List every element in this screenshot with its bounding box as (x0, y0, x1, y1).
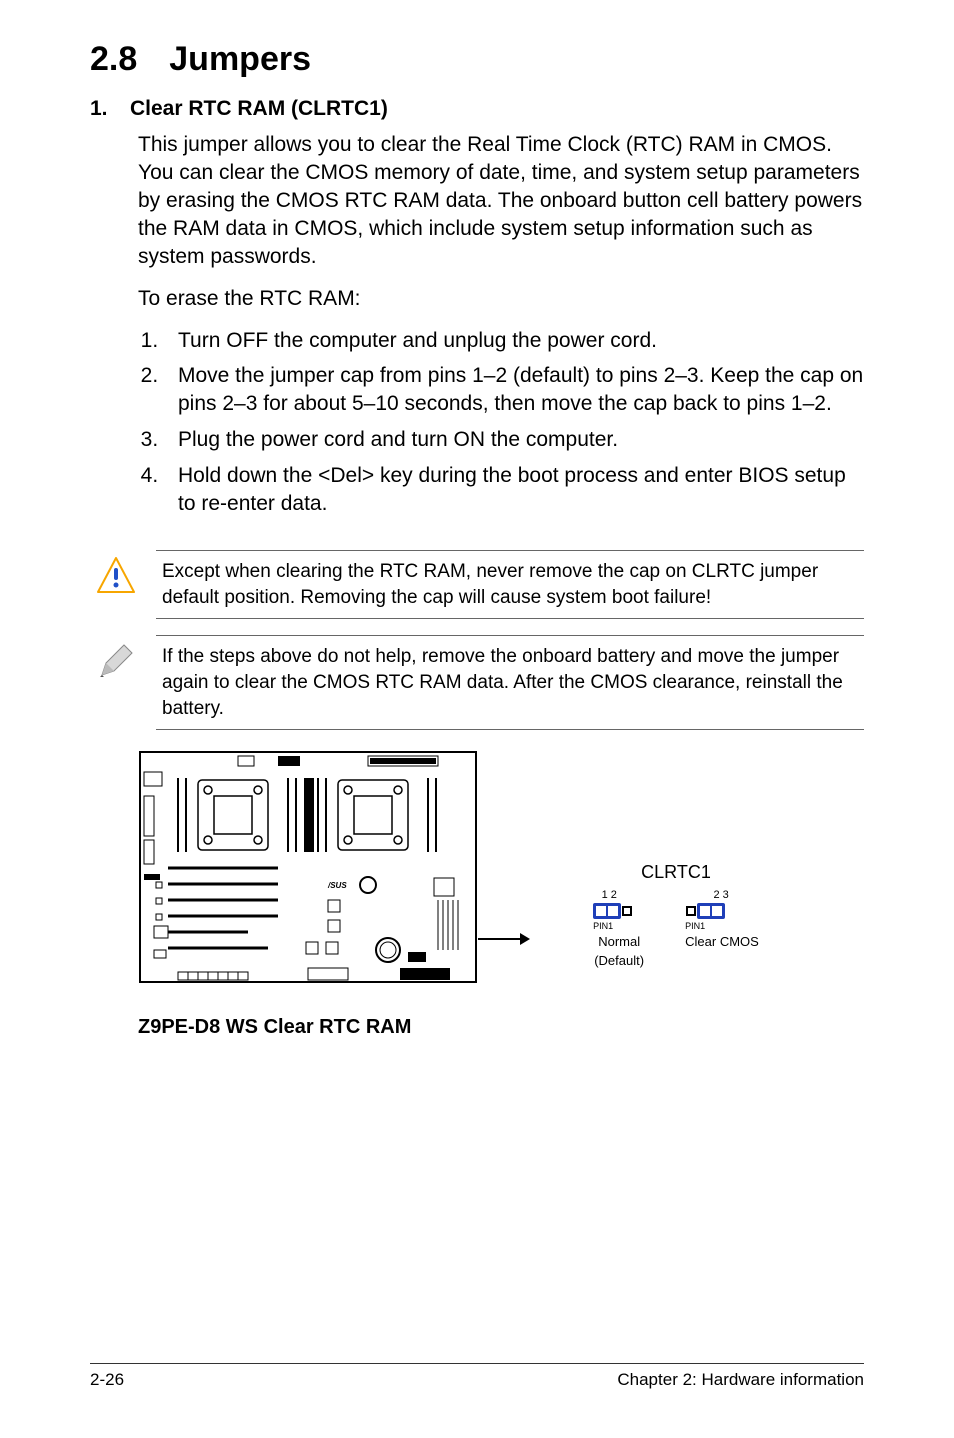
step-4: Hold down the <Del> key during the boot … (164, 462, 864, 518)
motherboard-outline-icon: /SUS (138, 750, 478, 1010)
pencil-icon (96, 641, 136, 681)
board-diagram: /SUS CLRTC1 1 2 (138, 750, 864, 1010)
jumper-cap-icon (593, 903, 621, 919)
item1-paragraph-2: To erase the RTC RAM: (138, 285, 864, 313)
step-3: Plug the power cord and turn ON the comp… (164, 426, 864, 454)
section-number: 2.8 (90, 40, 137, 78)
item1-heading: 1.Clear RTC RAM (CLRTC1) (90, 97, 864, 121)
pin1-label-normal: PIN1 (593, 921, 645, 931)
step-1: Turn OFF the computer and unplug the pow… (164, 327, 864, 355)
arrow-icon (478, 938, 528, 940)
pin1-label-clear: PIN1 (685, 921, 759, 931)
warning-text: Except when clearing the RTC RAM, never … (156, 550, 864, 619)
page-number: 2-26 (90, 1370, 124, 1390)
step-2: Move the jumper cap from pins 1–2 (defau… (164, 362, 864, 418)
jumper-clear: 2 3 PIN1 Clear CMOS (685, 889, 759, 968)
jumper-open-pin-icon (622, 906, 632, 916)
page-footer: 2-26 Chapter 2: Hardware information (90, 1363, 864, 1390)
item1-paragraph-1: This jumper allows you to clear the Real… (138, 131, 864, 271)
svg-text:/SUS: /SUS (327, 881, 347, 890)
warning-note: Except when clearing the RTC RAM, never … (90, 550, 864, 619)
diagram-caption: Z9PE-D8 WS Clear RTC RAM (138, 1016, 864, 1039)
warning-triangle-icon (96, 556, 136, 596)
chapter-label: Chapter 2: Hardware information (617, 1370, 864, 1390)
steps-list: Turn OFF the computer and unplug the pow… (138, 327, 864, 519)
section-title-text: Jumpers (169, 40, 311, 78)
jumper-name: CLRTC1 (556, 862, 796, 883)
jumper-normal: 1 2 PIN1 Normal (Default) (593, 889, 645, 968)
info-text: If the steps above do not help, remove t… (156, 635, 864, 730)
jumper-open-pin-icon (686, 906, 696, 916)
jumper-clear-caption: Clear CMOS (685, 934, 759, 950)
jumper-normal-caption-1: Normal (593, 934, 645, 950)
jumper-normal-caption-2: (Default) (593, 953, 645, 969)
info-note: If the steps above do not help, remove t… (90, 635, 864, 730)
jumper-normal-pins: 1 2 (602, 889, 617, 901)
jumper-clear-pins: 2 3 (713, 889, 728, 901)
item1-number: 1. (90, 97, 130, 121)
section-heading: 2.8 Jumpers (90, 40, 864, 79)
jumper-cap-icon (697, 903, 725, 919)
item1-title: Clear RTC RAM (CLRTC1) (130, 97, 388, 120)
